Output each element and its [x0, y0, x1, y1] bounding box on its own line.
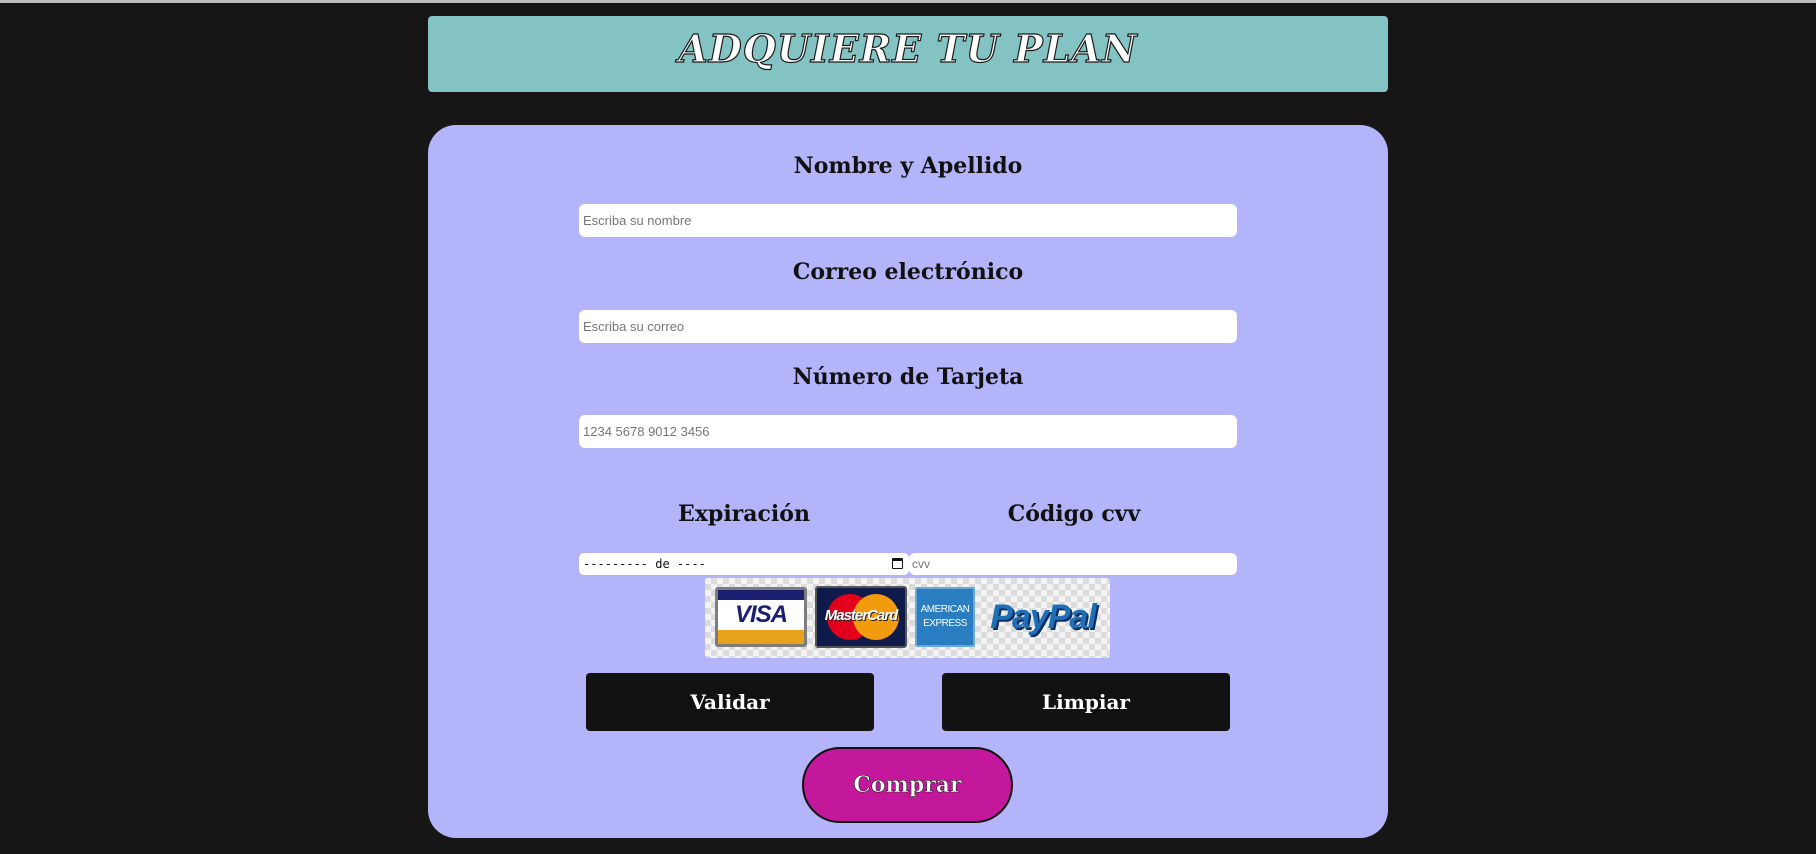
visa-logo: VISA	[715, 587, 807, 647]
name-input[interactable]	[579, 204, 1237, 237]
expiration-date-value: --------- de ----	[583, 557, 706, 571]
email-label: Correo electrónico	[792, 259, 1024, 285]
cvv-label: Código cvv	[1007, 501, 1141, 527]
expiration-date-input[interactable]: --------- de ----	[579, 553, 909, 575]
paypal-logo: PayPal	[990, 597, 1097, 636]
purchase-form: Nombre y Apellido Correo electrónico Núm…	[428, 125, 1388, 838]
top-border	[0, 0, 1816, 3]
clear-button[interactable]: Limpiar	[942, 673, 1230, 731]
validate-button[interactable]: Validar	[586, 673, 874, 731]
calendar-icon[interactable]	[892, 558, 903, 569]
name-label: Nombre y Apellido	[793, 153, 1023, 179]
card-number-input[interactable]	[579, 415, 1237, 448]
card-number-label: Número de Tarjeta	[792, 364, 1024, 390]
amex-logo: AMERICAN EXPRESS	[915, 587, 975, 647]
mastercard-logo: MasterCard	[815, 586, 907, 648]
page-header: ADQUIERE TU PLAN	[428, 16, 1388, 92]
expiration-label: Expiración	[678, 501, 810, 527]
email-input[interactable]	[579, 310, 1237, 343]
buy-button[interactable]: Comprar	[802, 747, 1013, 823]
page-title: ADQUIERE TU PLAN	[678, 25, 1138, 71]
cvv-input[interactable]	[909, 553, 1237, 575]
payment-methods-image: VISA MasterCard AMERICAN EXPRESS PayPal	[705, 578, 1110, 658]
